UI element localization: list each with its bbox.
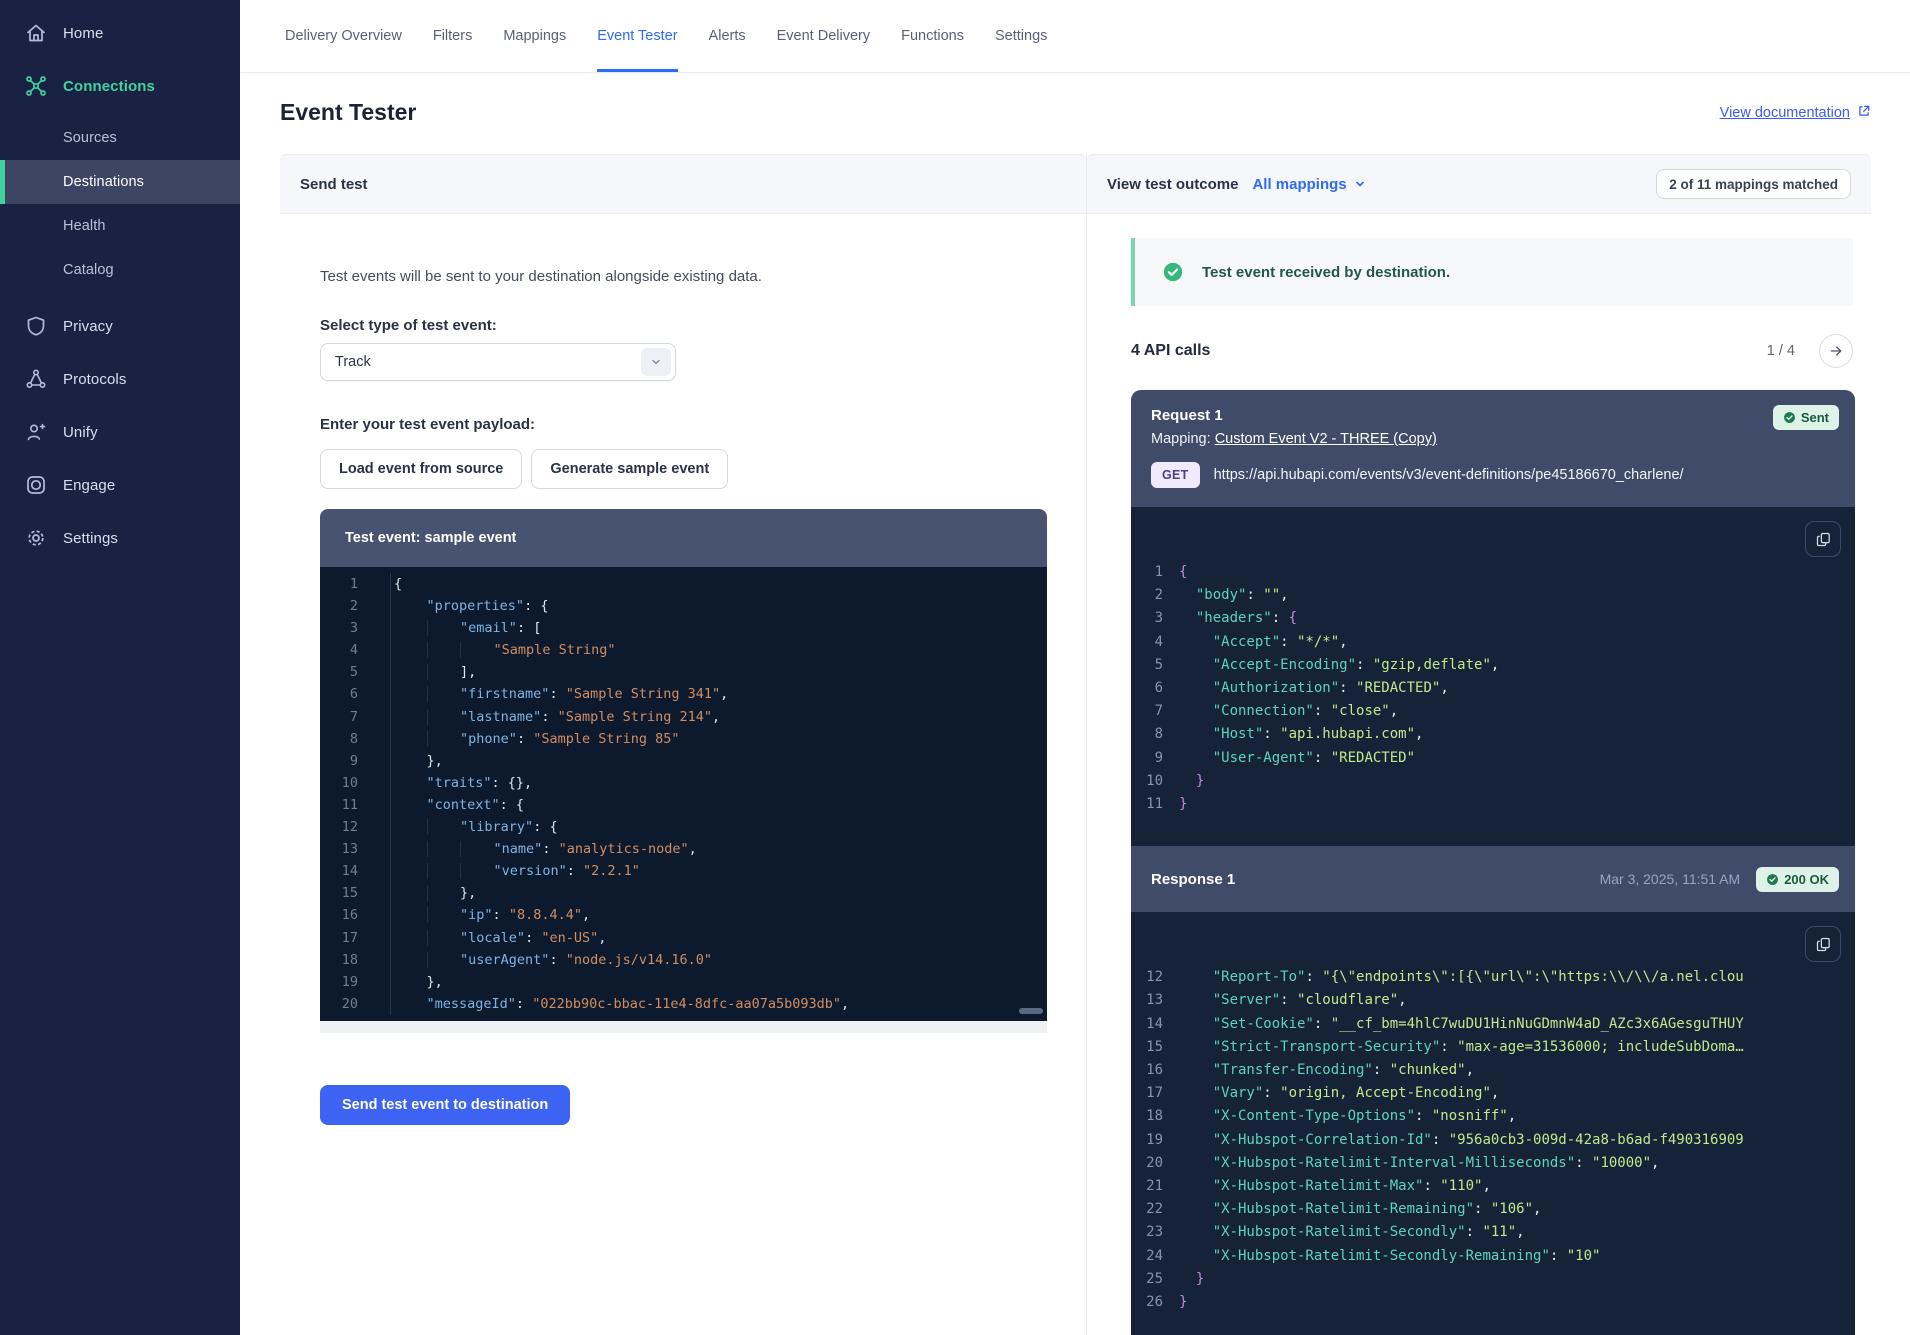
payload-editor-code[interactable]: 1{2 "properties": {3 "email": [4 "Sample… [320, 567, 1047, 1021]
chevron-down-icon [1354, 178, 1366, 190]
protocols-icon [24, 367, 48, 391]
mappings-filter-dropdown[interactable]: All mappings [1252, 176, 1365, 193]
sidebar-item-label: Connections [63, 78, 155, 95]
copy-icon [1815, 531, 1832, 548]
payload-label: Enter your test event payload: [320, 416, 1046, 433]
tab-settings[interactable]: Settings [995, 0, 1047, 72]
tab-event-tester[interactable]: Event Tester [597, 0, 677, 72]
sidebar-item-destinations[interactable]: Destinations [0, 160, 240, 204]
tab-delivery-overview[interactable]: Delivery Overview [285, 0, 402, 72]
sidebar-item-connections[interactable]: Connections [0, 64, 240, 108]
event-type-label: Select type of test event: [320, 317, 1046, 334]
event-type-select[interactable]: Track [320, 343, 676, 381]
destination-tabbar: Delivery Overview Filters Mappings Event… [240, 0, 1910, 73]
sidebar-item-label: Home [63, 25, 103, 42]
check-circle-icon [1766, 873, 1779, 886]
page-header: Event Tester View documentation [240, 73, 1910, 154]
payload-editor-title: Test event: sample event [320, 509, 1047, 567]
sidebar-item-health[interactable]: Health [0, 204, 240, 248]
check-circle-icon [1783, 411, 1796, 424]
send-test-description: Test events will be sent to your destina… [320, 268, 1046, 285]
test-outcome-panel: View test outcome All mappings 2 of 11 m… [1086, 154, 1871, 1335]
panels: Send test Test events will be sent to yo… [240, 154, 1910, 1335]
http-method-chip: GET [1151, 462, 1200, 488]
next-api-call-button[interactable] [1819, 334, 1853, 368]
external-link-icon [1857, 104, 1871, 122]
response-body-code: 12 "Report-To": "{\"endpoints\":[{\"url\… [1131, 912, 1855, 1335]
api-calls-row: 4 API calls 1 / 4 [1131, 334, 1853, 368]
sidebar-item-protocols[interactable]: Protocols [0, 357, 240, 401]
sidebar-item-privacy[interactable]: Privacy [0, 304, 240, 348]
request-title: Request 1 [1151, 407, 1835, 424]
api-calls-title: 4 API calls [1131, 342, 1210, 360]
copy-request-button[interactable] [1805, 521, 1841, 557]
success-check-icon [1162, 261, 1184, 283]
sidebar-item-catalog[interactable]: Catalog [0, 248, 240, 292]
tab-mappings[interactable]: Mappings [503, 0, 566, 72]
request-url: https://api.hubapi.com/events/v3/event-d… [1214, 467, 1684, 483]
tab-alerts[interactable]: Alerts [709, 0, 746, 72]
connections-icon [24, 74, 48, 98]
sidebar-item-unify[interactable]: Unify [0, 410, 240, 454]
arrow-right-icon [1828, 343, 1844, 359]
send-test-event-button[interactable]: Send test event to destination [320, 1085, 570, 1125]
tab-event-delivery[interactable]: Event Delivery [777, 0, 870, 72]
sidebar: Home Connections Sources Destinations He… [0, 0, 240, 1335]
main-content: Delivery Overview Filters Mappings Event… [240, 0, 1910, 1335]
sidebar-item-settings[interactable]: Settings [0, 516, 240, 560]
outcome-panel-header: View test outcome All mappings 2 of 11 m… [1087, 154, 1871, 214]
page-title: Event Tester [280, 99, 416, 126]
response-timestamp: Mar 3, 2025, 11:51 AM [1600, 871, 1741, 887]
view-documentation-link[interactable]: View documentation [1720, 104, 1871, 122]
response-status-badge: 200 OK [1756, 867, 1839, 892]
editor-hscrollbar-track[interactable] [320, 1021, 1047, 1033]
editor-scrollbar-thumb[interactable] [1019, 1008, 1043, 1014]
home-icon [24, 21, 48, 45]
engage-icon [24, 473, 48, 497]
outcome-title: View test outcome [1107, 176, 1238, 193]
send-test-title: Send test [300, 176, 368, 193]
sidebar-connections-sublist: Sources Destinations Health Catalog [0, 116, 240, 292]
generate-sample-button[interactable]: Generate sample event [531, 449, 728, 489]
tab-functions[interactable]: Functions [901, 0, 964, 72]
response-header: Response 1 Mar 3, 2025, 11:51 AM 200 OK [1131, 846, 1855, 912]
success-alert: Test event received by destination. [1131, 238, 1853, 306]
api-call-card: Request 1 Sent Mapping: Custom Event V2 … [1131, 390, 1855, 1335]
copy-icon [1815, 936, 1832, 953]
sidebar-item-engage[interactable]: Engage [0, 463, 240, 507]
mappings-matched-badge: 2 of 11 mappings matched [1656, 169, 1851, 199]
mapping-link[interactable]: Custom Event V2 - THREE (Copy) [1215, 431, 1437, 447]
send-test-panel-header: Send test [280, 154, 1086, 214]
api-calls-pagination: 1 / 4 [1767, 343, 1795, 359]
load-event-button[interactable]: Load event from source [320, 449, 522, 489]
success-message: Test event received by destination. [1202, 264, 1450, 281]
unify-icon [24, 420, 48, 444]
mapping-line: Mapping: Custom Event V2 - THREE (Copy) [1151, 431, 1835, 447]
send-test-panel: Send test Test events will be sent to yo… [280, 154, 1086, 1335]
sent-status-badge: Sent [1773, 405, 1839, 430]
payload-editor: Test event: sample event 1{2 "properties… [320, 509, 1047, 1033]
response-title: Response 1 [1151, 871, 1235, 888]
app-window: Home Connections Sources Destinations He… [0, 0, 1910, 1335]
gear-icon [24, 526, 48, 550]
copy-response-button[interactable] [1805, 926, 1841, 962]
request-body-code: 1{2 "body": "",3 "headers": {4 "Accept":… [1131, 507, 1855, 846]
sidebar-item-home[interactable]: Home [0, 11, 240, 55]
chevron-down-icon [641, 348, 671, 376]
sidebar-item-sources[interactable]: Sources [0, 116, 240, 160]
request-header: Request 1 Sent Mapping: Custom Event V2 … [1131, 390, 1855, 507]
tab-filters[interactable]: Filters [433, 0, 472, 72]
shield-icon [24, 314, 48, 338]
